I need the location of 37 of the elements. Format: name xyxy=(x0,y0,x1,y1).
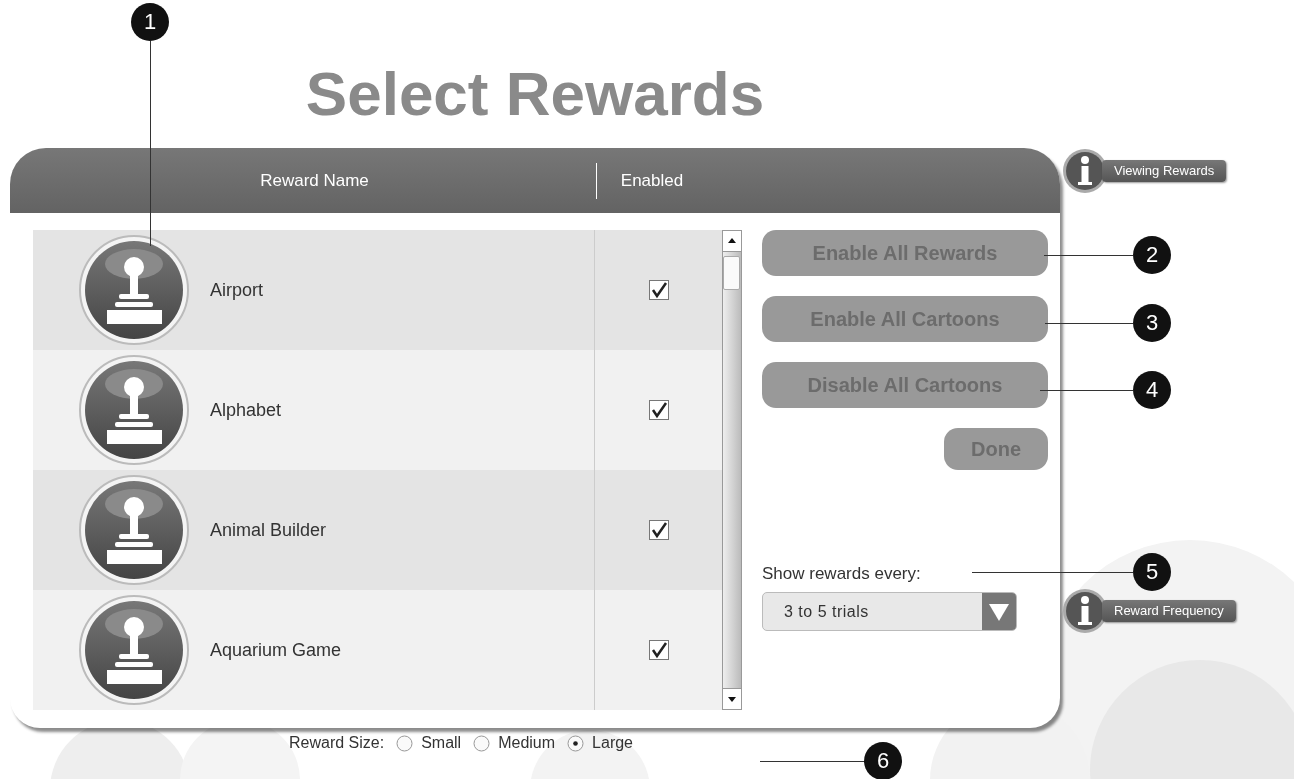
reward-name: Animal Builder xyxy=(210,519,328,541)
size-radio[interactable]: Small xyxy=(396,734,462,752)
callout-marker: 3 xyxy=(1133,304,1171,342)
reward-name: Aquarium Game xyxy=(210,639,343,661)
enabled-checkbox[interactable] xyxy=(648,400,669,420)
joystick-icon xyxy=(78,354,190,466)
frequency-dropdown[interactable]: 3 to 5 trials xyxy=(762,592,1017,631)
reward-row[interactable]: Aquarium Game xyxy=(33,590,722,710)
joystick-icon xyxy=(78,594,190,706)
column-header: Reward Name xyxy=(259,170,370,191)
reward-size-label: Reward Size: xyxy=(289,734,385,752)
scroll-thumb[interactable] xyxy=(723,256,740,290)
size-radio[interactable]: Large xyxy=(567,734,633,752)
enabled-checkbox[interactable] xyxy=(648,280,669,300)
callout-marker: 6 xyxy=(864,742,902,779)
scroll-down-icon[interactable] xyxy=(723,688,741,709)
reward-row[interactable]: Alphabet xyxy=(33,350,722,470)
frequency-label: Show rewards every: xyxy=(762,564,921,584)
reward-name: Airport xyxy=(210,279,264,301)
joystick-icon xyxy=(78,474,190,586)
reward-row[interactable]: Airport xyxy=(33,230,722,350)
callout-marker: 1 xyxy=(131,3,169,41)
callout-marker: 2 xyxy=(1133,236,1171,274)
scroll-up-icon[interactable] xyxy=(723,231,741,252)
joystick-icon xyxy=(78,234,190,346)
enabled-checkbox[interactable] xyxy=(648,520,669,540)
help-button[interactable]: Reward Frequency xyxy=(1062,588,1292,634)
page-title: Select Rewards xyxy=(305,58,765,130)
reward-row[interactable]: Animal Builder xyxy=(33,470,722,590)
dropdown-arrow-icon xyxy=(982,593,1016,630)
enabled-checkbox[interactable] xyxy=(648,640,669,660)
callout-marker: 4 xyxy=(1133,371,1171,409)
scrollbar[interactable] xyxy=(722,230,742,710)
column-header: Enabled xyxy=(619,170,685,191)
reward-name: Alphabet xyxy=(210,399,283,421)
size-radio[interactable]: Medium xyxy=(473,734,556,752)
help-button[interactable]: Viewing Rewards xyxy=(1062,148,1292,194)
